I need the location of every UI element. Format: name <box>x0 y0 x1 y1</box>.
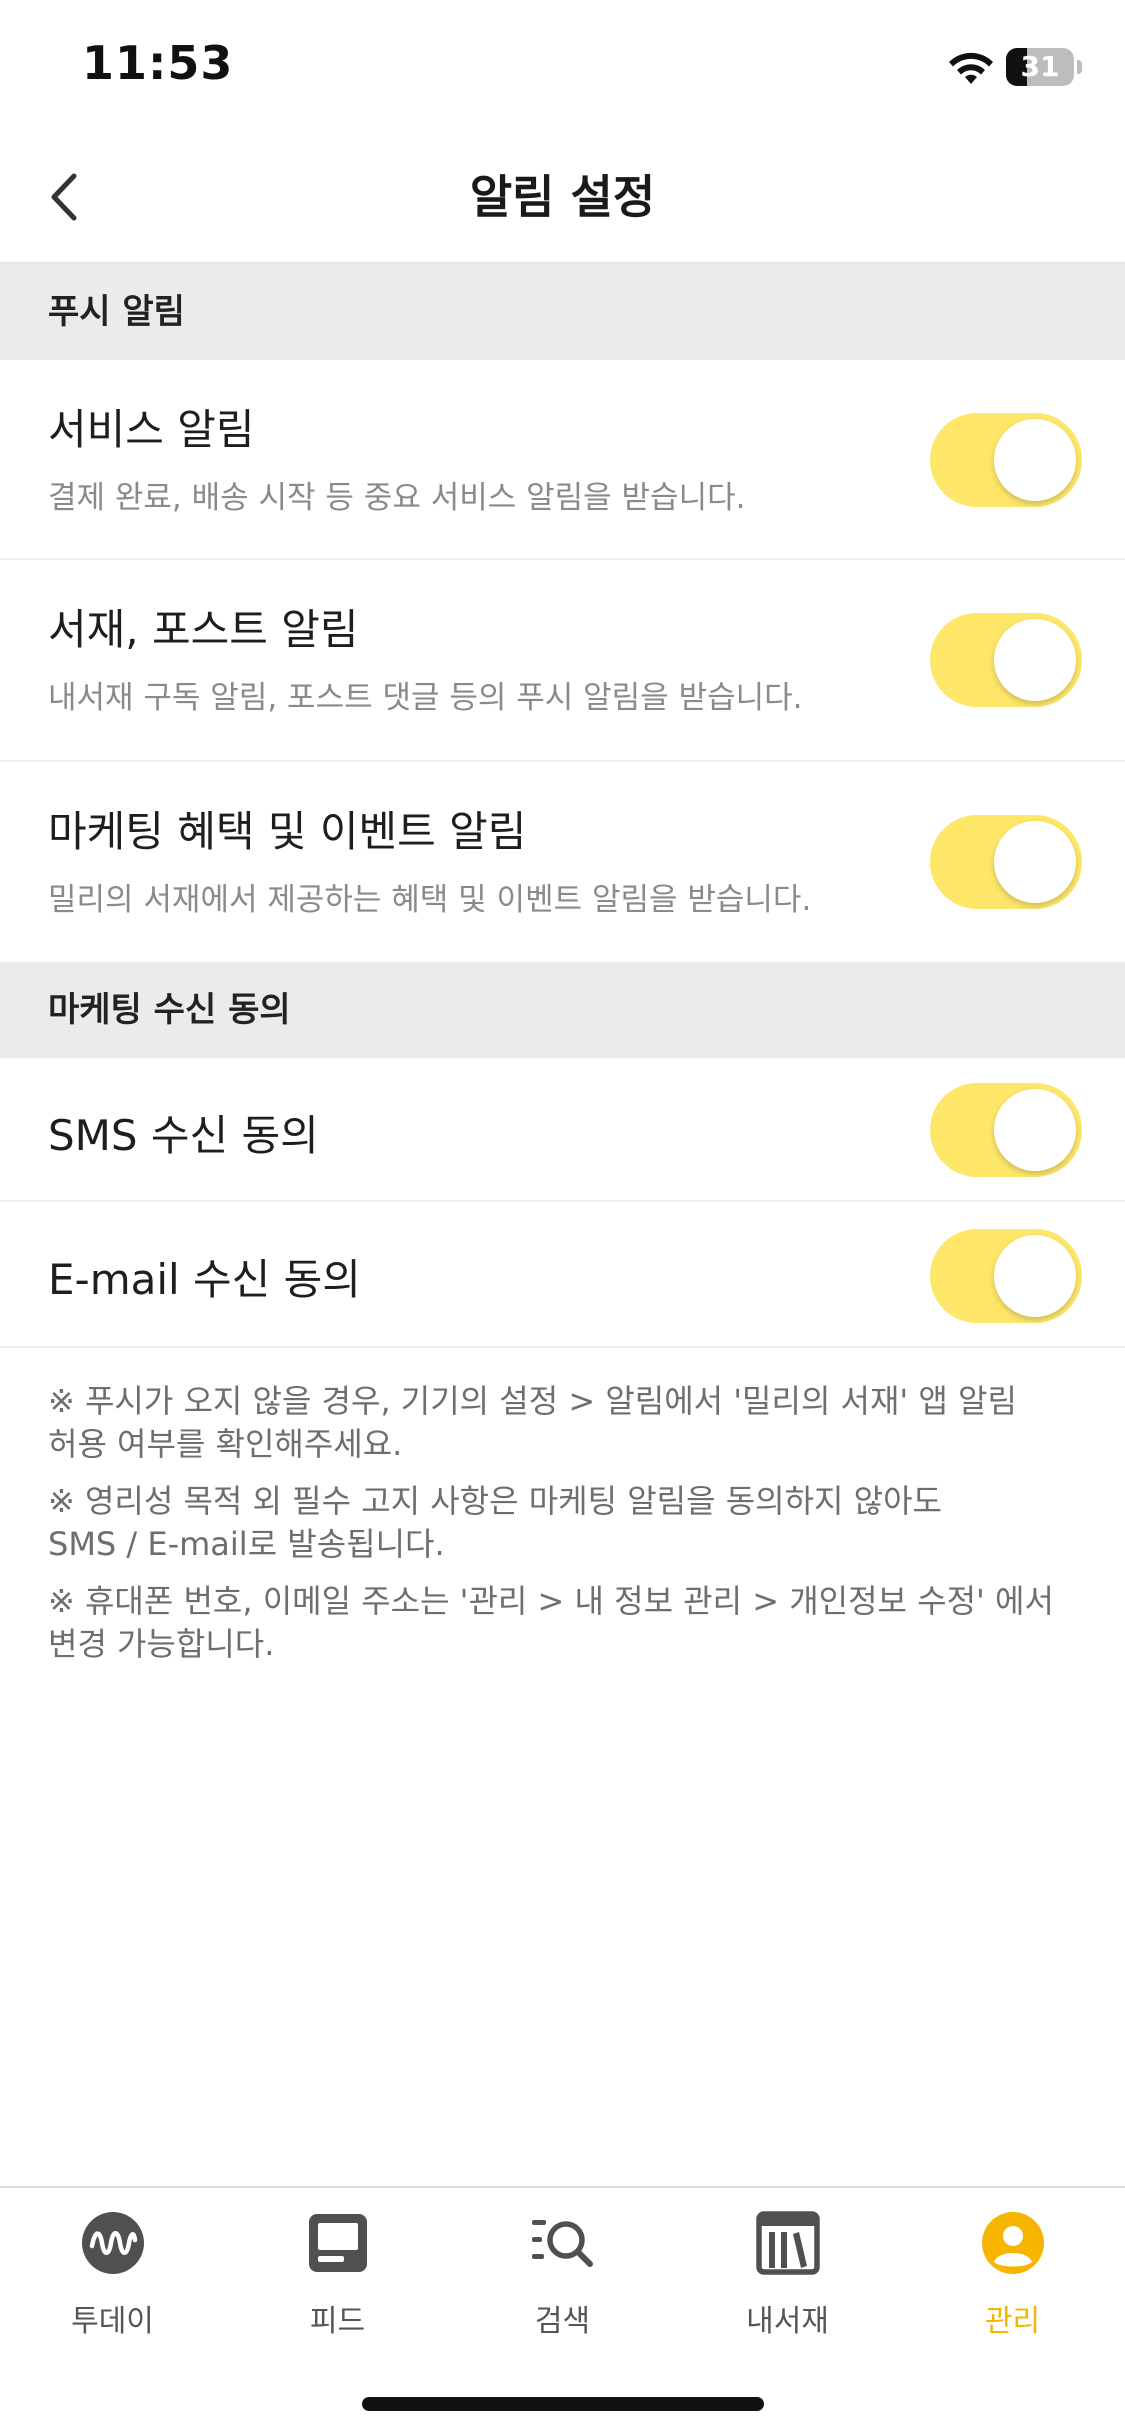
notice-list: ※ 푸시가 오지 않을 경우, 기기의 설정 > 알림에서 '밀리의 서재' 앱… <box>48 1380 1088 1680</box>
home-indicator <box>362 2397 764 2411</box>
library-icon <box>756 2211 820 2275</box>
notice-item: ※ 휴대폰 번호, 이메일 주소는 '관리 > 내 정보 관리 > 개인정보 수… <box>48 1582 1054 1663</box>
row-title: 마케팅 혜택 및 이벤트 알림 <box>48 807 527 856</box>
tab-label: 투데이 <box>71 2304 154 2339</box>
email-consent-toggle[interactable] <box>930 1229 1082 1323</box>
today-wave-icon <box>82 2212 144 2274</box>
tab-today[interactable]: 투데이 <box>0 2210 225 2360</box>
row-title: 서비스 알림 <box>48 405 255 454</box>
feed-icon <box>309 2214 367 2272</box>
row-description: 결제 완료, 배송 시작 등 중요 서비스 알림을 받습니다. <box>48 480 746 516</box>
tab-feed[interactable]: 피드 <box>225 2210 450 2360</box>
setting-row-library-post: 서재, 포스트 알림 내서재 구독 알림, 포스트 댓글 등의 푸시 알림을 받… <box>0 560 1125 762</box>
row-title: 서재, 포스트 알림 <box>48 605 359 654</box>
setting-row-sms: SMS 수신 동의 <box>0 1058 1125 1202</box>
section-header-marketing: 마케팅 수신 동의 <box>0 962 1125 1058</box>
notice-item: ※ 푸시가 오지 않을 경우, 기기의 설정 > 알림에서 '밀리의 서재' 앱… <box>48 1382 1017 1463</box>
battery-indicator: 31 <box>1006 48 1086 88</box>
page-title: 알림 설정 <box>469 170 656 224</box>
tab-library[interactable]: 내서재 <box>675 2210 900 2360</box>
setting-row-email: E-mail 수신 동의 <box>0 1202 1125 1348</box>
profile-icon <box>982 2212 1044 2274</box>
status-bar: 11:53 31 <box>0 0 1125 132</box>
back-button[interactable] <box>30 162 100 232</box>
library-post-alert-toggle[interactable] <box>930 613 1082 707</box>
wifi-icon <box>949 52 993 84</box>
tab-label: 검색 <box>534 2304 591 2339</box>
tab-label: 내서재 <box>746 2304 829 2339</box>
chevron-left-icon <box>51 173 77 221</box>
search-icon <box>532 2220 593 2267</box>
tab-label: 피드 <box>309 2304 366 2339</box>
row-description: 밀리의 서재에서 제공하는 혜택 및 이벤트 알림을 받습니다. <box>48 882 812 918</box>
row-description: 내서재 구독 알림, 포스트 댓글 등의 푸시 알림을 받습니다. <box>48 680 803 716</box>
service-alert-toggle[interactable] <box>930 413 1082 507</box>
marketing-event-alert-toggle[interactable] <box>930 815 1082 909</box>
status-time: 11:53 <box>82 36 234 90</box>
tab-label: 관리 <box>984 2304 1041 2339</box>
setting-row-service: 서비스 알림 결제 완료, 배송 시작 등 중요 서비스 알림을 받습니다. <box>0 360 1125 560</box>
row-title: E-mail 수신 동의 <box>48 1255 361 1304</box>
nav-header: 알림 설정 <box>0 132 1125 264</box>
sms-consent-toggle[interactable] <box>930 1083 1082 1177</box>
setting-row-marketing-event: 마케팅 혜택 및 이벤트 알림 밀리의 서재에서 제공하는 혜택 및 이벤트 알… <box>0 762 1125 962</box>
notice-item: ※ 영리성 목적 외 필수 고지 사항은 마케팅 알림을 동의하지 않아도 SM… <box>48 1482 942 1563</box>
tab-search[interactable]: 검색 <box>450 2210 675 2360</box>
section-header-push: 푸시 알림 <box>0 264 1125 360</box>
tab-manage[interactable]: 관리 <box>900 2210 1125 2360</box>
row-title: SMS 수신 동의 <box>48 1111 319 1160</box>
battery-level: 31 <box>1020 50 1060 83</box>
